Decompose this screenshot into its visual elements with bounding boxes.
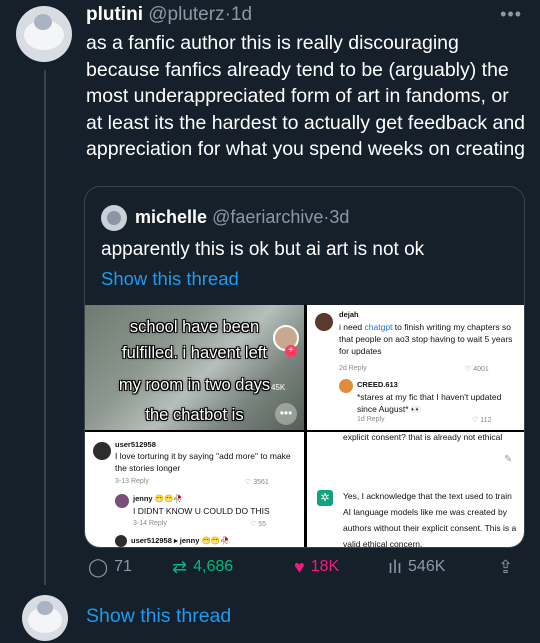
share-button[interactable]: ⇪ — [498, 556, 513, 578]
quote-avatar — [101, 205, 127, 231]
avatar[interactable] — [16, 6, 72, 62]
reply-button[interactable]: ◯ 71 — [88, 556, 132, 578]
bar-chart-icon: ılı — [388, 557, 403, 577]
view-count: 45K — [271, 383, 286, 392]
commenter-avatar — [93, 442, 111, 460]
reply-icon: ◯ — [88, 557, 109, 577]
meme-caption-line: school have been — [129, 318, 260, 336]
reply-meta: 3-14 Reply — [133, 520, 167, 527]
tweet-header: plutini @pluterz·1d — [86, 3, 252, 27]
reply-meta: 1d Reply — [357, 416, 385, 423]
timestamp[interactable]: 1d — [231, 4, 252, 25]
reply-name: CREED.613 — [357, 380, 398, 389]
views-count: 546K — [408, 558, 446, 575]
ai-response: Yes, I acknowledge that the text used to… — [343, 491, 517, 548]
tweet-text: as a fanfic author this is really discou… — [86, 32, 526, 160]
reply-avatar — [339, 379, 353, 393]
media-image-meme[interactable]: school have been fulfilled. i havent lef… — [85, 305, 304, 430]
commenter-avatar — [315, 313, 333, 331]
quoted-tweet[interactable]: michelle @faeriarchive·3d apparently thi… — [84, 186, 525, 548]
share-icon: ⇪ — [498, 557, 514, 577]
comment-likes: ♡ 3561 — [245, 479, 269, 486]
commenter-name: dejah — [339, 310, 359, 319]
comment-text: i need chatgpt to finish writing my chap… — [339, 322, 513, 356]
quote-header: michelle @faeriarchive·3d — [135, 206, 349, 228]
reply-count: 71 — [114, 558, 132, 575]
media-image-comments[interactable]: user512958 I love torturing it by saying… — [85, 432, 304, 547]
user-prompt: explicit consent? that is already not et… — [343, 432, 503, 442]
like-button[interactable]: ♥ 18K — [294, 556, 339, 578]
quote-timestamp: 3d — [329, 207, 350, 227]
show-thread-link[interactable]: Show this thread — [86, 604, 231, 628]
edit-icon: ✎ — [504, 454, 513, 465]
author-handle[interactable]: @pluterz — [148, 4, 224, 25]
meme-caption-line: the chatbot is — [145, 406, 244, 424]
more-dots-icon: ••• — [275, 403, 297, 425]
heart-icon: ♥ — [294, 557, 305, 577]
media-grid[interactable]: school have been fulfilled. i havent lef… — [85, 305, 524, 548]
reply-avatar — [115, 535, 127, 547]
comment-meta: 2d Reply — [339, 365, 367, 372]
author-name[interactable]: plutini — [86, 4, 143, 25]
quote-show-thread-link[interactable]: Show this thread — [101, 267, 239, 291]
quote-author-name: michelle — [135, 207, 208, 227]
reply-name: jenny 😁😁🥀 — [133, 494, 183, 503]
reply-likes: ♡ 112 — [472, 417, 492, 424]
retweet-button[interactable]: ⇄ 4,686 — [172, 556, 233, 578]
retweet-count: 4,686 — [193, 558, 234, 575]
comment-likes: ♡ 4001 — [465, 366, 489, 373]
avatar[interactable] — [22, 595, 68, 641]
reply-text: *stares at my fic that I haven't updated… — [357, 392, 502, 414]
like-count: 18K — [310, 558, 340, 575]
chatgpt-logo-icon: ✲ — [317, 490, 333, 506]
reply-likes: ♡ 55 — [250, 521, 267, 528]
commenter-name: user512958 — [115, 440, 156, 449]
quote-author-handle: @faeriarchive — [212, 207, 324, 227]
reply-name: user512958 ▸ jenny 😁😁🥀 — [131, 536, 230, 545]
views-button[interactable]: ılı 546K — [388, 556, 445, 578]
media-image-chatgpt[interactable]: explicit consent? that is already not et… — [307, 432, 524, 548]
thread-line — [44, 70, 46, 585]
reply-text: I DIDNT KNOW U COULD DO THIS — [133, 506, 270, 516]
plus-icon: + — [285, 345, 297, 357]
meme-caption-line: fulfilled. i havent left — [122, 344, 267, 362]
media-image-comments[interactable]: dejah i need chatgpt to finish writing m… — [307, 305, 524, 430]
tweet-actions: ◯ 71 ⇄ 4,686 ♥ 18K ılı 546K ⇪ — [86, 556, 526, 582]
comment-meta: 3-13 Reply — [115, 478, 149, 485]
more-horizontal-icon[interactable]: ••• — [500, 4, 522, 25]
quote-text: apparently this is ok but ai art is not … — [101, 239, 425, 260]
comment-text: I love torturing it by saying "add more"… — [115, 451, 291, 473]
reply-avatar — [115, 494, 129, 508]
retweet-icon: ⇄ — [172, 557, 188, 577]
